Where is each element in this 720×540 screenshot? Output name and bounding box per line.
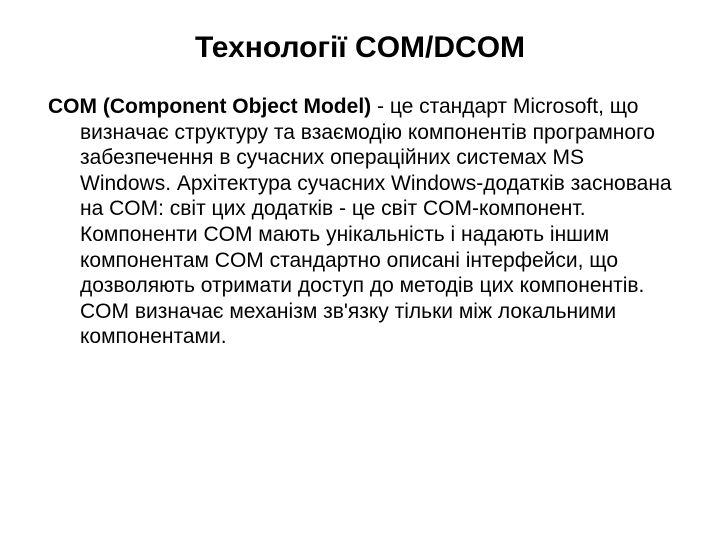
lead-term: COM (Component Object Model): [48, 95, 371, 118]
slide-body: COM (Component Object Model) - це станда…: [48, 94, 672, 350]
body-text: - це стандарт Microsoft, що визначає стр…: [80, 95, 672, 348]
slide-title: Технології COM/DCOM: [48, 30, 672, 66]
slide: Технології COM/DCOM COM (Component Objec…: [0, 0, 720, 540]
